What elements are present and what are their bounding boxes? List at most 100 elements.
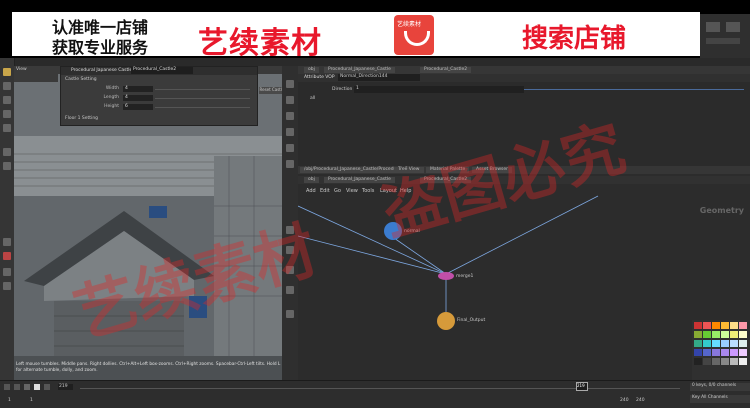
swatch[interactable] bbox=[730, 322, 738, 329]
swatch[interactable] bbox=[730, 331, 738, 338]
search-store-box[interactable]: 搜索店铺 bbox=[436, 12, 700, 56]
step-back-icon[interactable] bbox=[14, 384, 20, 390]
param-width[interactable]: Width 4 bbox=[65, 86, 250, 93]
light-icon[interactable] bbox=[3, 282, 11, 290]
swatch[interactable] bbox=[721, 331, 729, 338]
playhead[interactable]: 219 bbox=[576, 382, 588, 391]
param-slider[interactable] bbox=[155, 98, 250, 99]
brand-name: 艺续素材 bbox=[198, 26, 322, 61]
view-tool-icon[interactable] bbox=[3, 162, 11, 170]
keys-status: 0 keys, 0/0 channels bbox=[690, 383, 750, 391]
swatch[interactable] bbox=[712, 331, 720, 338]
left-toolbar bbox=[0, 58, 15, 380]
move-tool-icon[interactable] bbox=[3, 82, 11, 90]
attr-path-bar: obj Procedural_Japanese_Castle Procedura… bbox=[298, 66, 750, 74]
swatch[interactable] bbox=[739, 349, 747, 356]
param-value[interactable]: 6 bbox=[123, 104, 153, 110]
swatch[interactable] bbox=[694, 331, 702, 338]
swatch[interactable] bbox=[739, 340, 747, 347]
grid-icon[interactable] bbox=[286, 128, 294, 136]
current-frame-field[interactable]: 219 bbox=[58, 384, 73, 390]
swatch[interactable] bbox=[712, 349, 720, 356]
castle-setting-label: Castle Setting bbox=[65, 77, 97, 82]
direction-value[interactable]: 1 bbox=[354, 86, 524, 93]
start-frame[interactable]: 1 bbox=[8, 398, 11, 403]
node-merge[interactable] bbox=[438, 272, 454, 280]
scale-tool-icon[interactable] bbox=[3, 110, 11, 118]
rotate-tool-icon[interactable] bbox=[3, 96, 11, 104]
path-tab-castle[interactable]: Procedural_Japanese_Castle bbox=[324, 67, 395, 73]
record-icon[interactable] bbox=[3, 252, 11, 260]
swatch[interactable] bbox=[721, 322, 729, 329]
snapshot-icon[interactable] bbox=[286, 310, 294, 318]
timeline: 219 219 1 1 240 240 bbox=[0, 380, 750, 408]
search-store-label: 搜索店铺 bbox=[522, 24, 627, 54]
direction-label: Direction bbox=[332, 87, 353, 92]
banner-left-box: 认准唯一店铺 获取专业服务 bbox=[12, 12, 188, 57]
swatch[interactable] bbox=[721, 358, 729, 365]
play-icon[interactable] bbox=[34, 384, 40, 390]
playhead-frame: 219 bbox=[577, 383, 585, 388]
handle-tool-icon[interactable] bbox=[3, 124, 11, 132]
swatch[interactable] bbox=[694, 340, 702, 347]
node-label: Final_Output bbox=[457, 318, 486, 323]
node-output[interactable] bbox=[437, 312, 455, 330]
swatch[interactable] bbox=[712, 358, 720, 365]
play-back-icon[interactable] bbox=[24, 384, 30, 390]
jump-start-icon[interactable] bbox=[4, 384, 10, 390]
lights-icon[interactable] bbox=[286, 160, 294, 168]
camera-icon[interactable] bbox=[3, 268, 11, 276]
end-frame[interactable]: 240 bbox=[620, 398, 629, 403]
swatch[interactable] bbox=[694, 358, 702, 365]
param-value[interactable]: 4 bbox=[123, 95, 153, 101]
select-tool-icon[interactable] bbox=[3, 68, 11, 76]
swatch[interactable] bbox=[730, 340, 738, 347]
swatch[interactable] bbox=[703, 340, 711, 347]
param-label: Height bbox=[104, 104, 119, 109]
swatch[interactable] bbox=[721, 340, 729, 347]
shelf-tab[interactable] bbox=[706, 38, 740, 44]
swatch[interactable] bbox=[703, 349, 711, 356]
param-label: Width bbox=[105, 86, 119, 91]
param-slider[interactable] bbox=[155, 107, 250, 108]
shading-icon[interactable] bbox=[286, 96, 294, 104]
swatch[interactable] bbox=[712, 340, 720, 347]
banner-brand-box: 艺续素材 艺续素材 bbox=[188, 12, 436, 61]
swatch[interactable] bbox=[703, 322, 711, 329]
swatch[interactable] bbox=[730, 349, 738, 356]
swatch[interactable] bbox=[739, 358, 747, 365]
timeline-track[interactable] bbox=[80, 388, 680, 389]
path-tab-obj[interactable]: obj bbox=[304, 67, 319, 73]
param-slider[interactable] bbox=[155, 89, 250, 90]
view-tab[interactable]: View bbox=[16, 67, 27, 72]
swatch[interactable] bbox=[694, 349, 702, 356]
swatch[interactable] bbox=[703, 358, 711, 365]
node-name-field[interactable]: Procedural_Castle2 bbox=[131, 67, 193, 74]
swatch[interactable] bbox=[730, 358, 738, 365]
swatch[interactable] bbox=[739, 322, 747, 329]
brand-logo-text: 艺续素材 bbox=[397, 21, 422, 28]
swatch[interactable] bbox=[694, 322, 702, 329]
step-forward-icon[interactable] bbox=[44, 384, 50, 390]
swatch[interactable] bbox=[721, 349, 729, 356]
pose-tool-icon[interactable] bbox=[3, 148, 11, 156]
snap-icon[interactable] bbox=[3, 238, 11, 246]
swatch[interactable] bbox=[739, 331, 747, 338]
start-frame-2[interactable]: 1 bbox=[30, 398, 33, 403]
swatch[interactable] bbox=[703, 331, 711, 338]
path-tab-castle2[interactable]: Procedural_Castle2 bbox=[420, 67, 472, 73]
shelf-icon[interactable] bbox=[726, 22, 740, 32]
wireframe-icon[interactable] bbox=[286, 112, 294, 120]
direction-slider[interactable] bbox=[524, 89, 744, 90]
camera-icon[interactable] bbox=[286, 144, 294, 152]
param-value[interactable]: 4 bbox=[123, 86, 153, 92]
end-frame-2[interactable]: 240 bbox=[636, 398, 645, 403]
param-height[interactable]: Height 6 bbox=[65, 104, 250, 111]
param-length[interactable]: Length 4 bbox=[65, 95, 250, 102]
key-all-channels-button[interactable]: Key All Channels bbox=[690, 395, 750, 403]
color-palette bbox=[692, 320, 750, 380]
swatch[interactable] bbox=[712, 322, 720, 329]
shelf-icon[interactable] bbox=[706, 22, 720, 32]
attr-node-name[interactable]: Normal_Direction144 bbox=[338, 74, 420, 81]
display-icon[interactable] bbox=[286, 80, 294, 88]
